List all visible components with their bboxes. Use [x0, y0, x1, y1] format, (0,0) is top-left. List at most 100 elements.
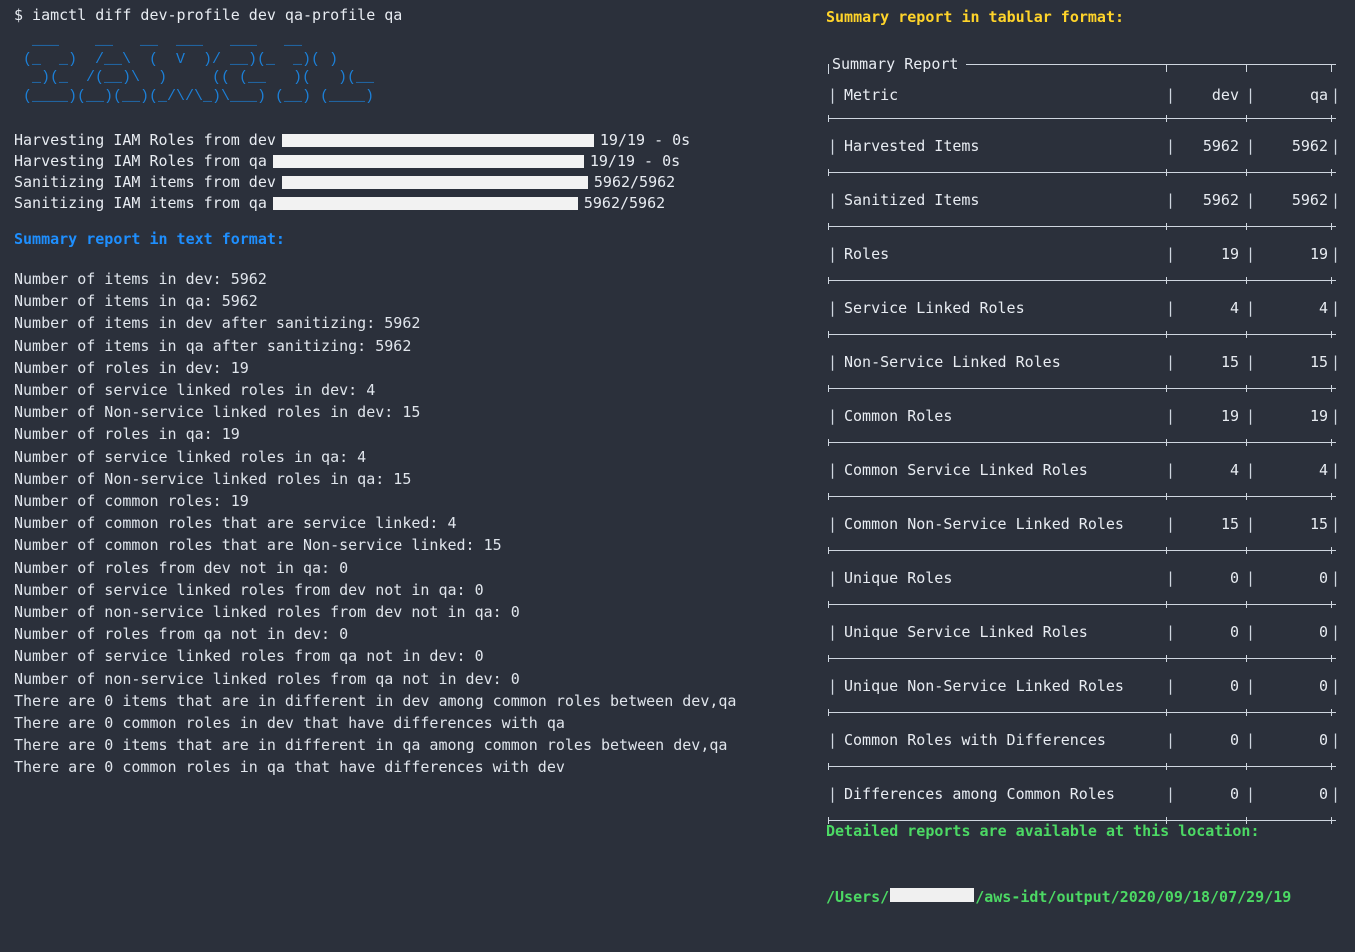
table-row: | | | | Roles 19 19: [826, 230, 1347, 278]
report-line: Number of roles in qa: 19: [14, 425, 240, 444]
table-row: | | | | Common Non-Service Linked Roles 15 15: [826, 500, 1347, 548]
table-cell-divider: |: [828, 137, 838, 155]
text-report-title: Summary report in text format:: [14, 230, 285, 248]
progress-bar: [272, 197, 578, 210]
table-cell-divider: |: [828, 407, 838, 425]
table-row: | | | | Non-Service Linked Roles 15 15: [826, 338, 1347, 386]
table-cell-divider: |: [1166, 407, 1176, 425]
table-cell-divider: |: [828, 299, 838, 317]
progress-label: Sanitizing IAM items from qa: [14, 194, 267, 212]
table-cell-divider: |: [1166, 623, 1176, 641]
table-cell-divider: |: [1166, 515, 1176, 533]
table-cell-divider: |: [828, 86, 838, 104]
report-line: There are 0 common roles in dev that hav…: [14, 714, 565, 733]
table-cell-divider: |: [1331, 623, 1341, 641]
table-cell-divider: |: [1246, 245, 1256, 263]
cell-qa: 19: [1309, 245, 1328, 263]
report-line: There are 0 items that are in different …: [14, 736, 728, 755]
table-cell-divider: |: [828, 353, 838, 371]
progress-bar: [281, 134, 594, 147]
cell-metric: Common Roles: [844, 407, 953, 425]
path-prefix: /Users/: [826, 888, 890, 906]
progress-row: Harvesting IAM Roles from dev 19/19 - 0s: [14, 130, 815, 151]
table-cell-divider: |: [1166, 731, 1176, 749]
report-line: Number of Non-service linked roles in de…: [14, 403, 421, 422]
tabular-report-title: Summary report in tabular format:: [826, 8, 1125, 26]
column-header-dev: dev: [1211, 86, 1239, 104]
table-row: | | | | Common Roles 19 19: [826, 392, 1347, 440]
table-row: | | | | Unique Service Linked Roles 0 0: [826, 608, 1347, 656]
cell-dev: 0: [1229, 623, 1239, 641]
report-line: Number of items in qa: 5962: [14, 292, 258, 311]
table-cell-divider: |: [1246, 569, 1256, 587]
progress-row: Sanitizing IAM items from dev 5962/5962: [14, 172, 815, 193]
terminal-window: $ iamctl diff dev-profile dev qa-profile…: [0, 0, 1355, 906]
cell-qa: 0: [1318, 623, 1328, 641]
table-cell-divider: |: [1331, 353, 1341, 371]
cell-metric: Roles: [844, 245, 890, 263]
table-cell-divider: |: [1331, 245, 1341, 263]
table-cell-divider: |: [828, 731, 838, 749]
progress-bar: [272, 155, 584, 168]
report-line: Number of items in dev after sanitizing:…: [14, 314, 421, 333]
cell-qa: 0: [1318, 731, 1328, 749]
report-line: Number of common roles that are service …: [14, 514, 457, 533]
progress-row: Harvesting IAM Roles from qa 19/19 - 0s: [14, 151, 815, 172]
table-cell-divider: |: [1331, 731, 1341, 749]
report-line: Number of roles from dev not in qa: 0: [14, 558, 349, 577]
table-header-row: | | | | Metric dev qa: [826, 74, 1347, 116]
table-row: | | | | Harvested Items 5962 5962: [826, 122, 1347, 170]
cell-dev: 19: [1220, 245, 1239, 263]
footer-line-1: Detailed reports are available at this l…: [826, 822, 1260, 840]
report-line: There are 0 items that are in different …: [14, 691, 737, 710]
report-line: Number of non-service linked roles from …: [14, 669, 520, 688]
redacted-username: [890, 888, 975, 902]
cell-metric: Unique Roles: [844, 569, 953, 587]
cell-dev: 5962: [1202, 191, 1239, 209]
table-cell-divider: |: [1166, 461, 1176, 479]
table-cell-divider: |: [1331, 191, 1341, 209]
cell-metric: Sanitized Items: [844, 191, 980, 209]
report-line: Number of items in dev: 5962: [14, 270, 267, 288]
progress-bar-fill: [272, 197, 578, 210]
table-row: | | | | Common Service Linked Roles 4 4: [826, 446, 1347, 494]
report-line: Number of service linked roles from qa n…: [14, 647, 484, 666]
cell-qa: 5962: [1291, 191, 1328, 209]
table-cell-divider: |: [1246, 86, 1256, 104]
table-cell-divider: |: [1166, 299, 1176, 317]
table-cell-divider: |: [1331, 785, 1341, 803]
report-line: There are 0 common roles in qa that have…: [14, 758, 565, 777]
cell-metric: Common Non-Service Linked Roles: [844, 515, 1124, 533]
progress-bars-group: Harvesting IAM Roles from dev 19/19 - 0s H…: [14, 130, 815, 214]
table-row: | | | | Sanitized Items 5962 5962: [826, 176, 1347, 224]
path-suffix: /aws-idt/output/2020/09/18/07/29/19: [975, 888, 1292, 906]
cell-metric: Harvested Items: [844, 137, 980, 155]
cell-qa: 19: [1309, 407, 1328, 425]
cell-dev: 15: [1220, 515, 1239, 533]
cell-qa: 0: [1318, 569, 1328, 587]
table-cell-divider: |: [828, 461, 838, 479]
table-cell-divider: |: [1246, 407, 1256, 425]
cell-qa: 0: [1318, 677, 1328, 695]
report-line: Number of roles from qa not in dev: 0: [14, 625, 349, 644]
cell-metric: Non-Service Linked Roles: [844, 353, 1061, 371]
cell-qa: 15: [1309, 515, 1328, 533]
table-cell-divider: |: [1166, 677, 1176, 695]
report-line: Number of roles in dev: 19: [14, 358, 249, 377]
table-cell-divider: |: [1246, 299, 1256, 317]
table-cell-divider: |: [1331, 677, 1341, 695]
cell-qa: 4: [1318, 299, 1328, 317]
cell-metric: Common Roles with Differences: [844, 731, 1106, 749]
table-cell-divider: |: [1331, 299, 1341, 317]
cell-qa: 4: [1318, 461, 1328, 479]
table-cell-divider: |: [1246, 461, 1256, 479]
report-line: Number of common roles that are Non-serv…: [14, 536, 502, 555]
table-cell-divider: |: [1331, 569, 1341, 587]
table-row: | | | | Common Roles with Differences 0 0: [826, 716, 1347, 764]
table-top-border: Summary Report: [826, 57, 1347, 74]
table-cell-divider: |: [828, 515, 838, 533]
cell-dev: 4: [1229, 299, 1239, 317]
report-line: Number of service linked roles in qa: 4: [14, 447, 367, 466]
right-output-pane: Summary report in tabular format: Summar…: [822, 0, 1355, 906]
table-cell-divider: |: [1166, 137, 1176, 155]
